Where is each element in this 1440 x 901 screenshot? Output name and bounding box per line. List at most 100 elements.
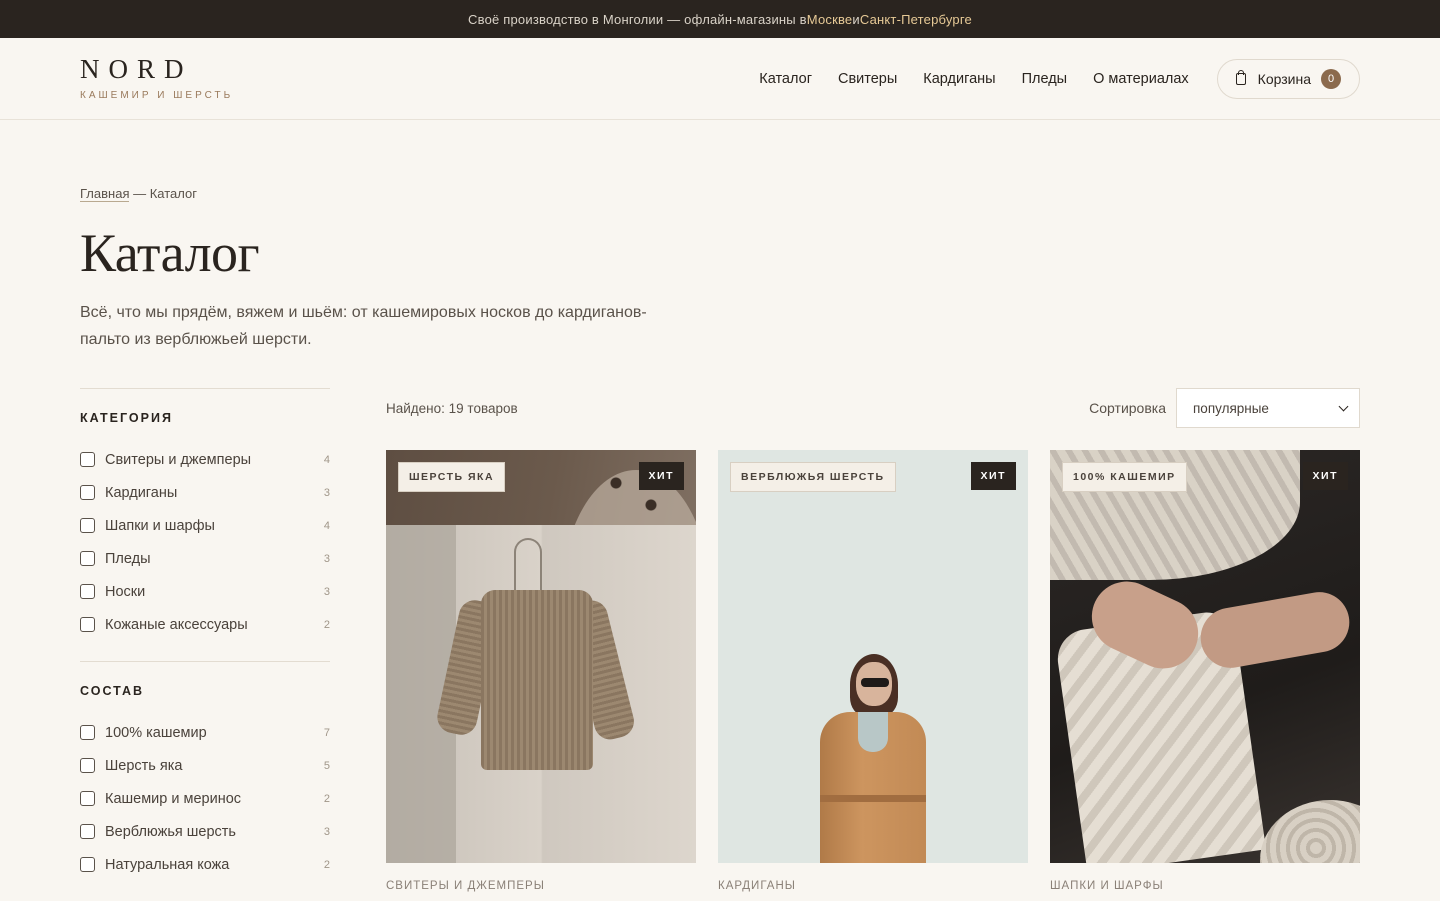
sort-control: Сортировка популярные [1089,388,1360,428]
announcement-and: и [852,11,860,27]
image-detail [514,538,542,590]
filter-option[interactable]: Кашемир и меринос 2 [80,782,330,815]
filter-option-label: Шерсть яка [105,757,183,774]
material-badge: 100% КАШЕМИР [1062,462,1187,492]
checkbox[interactable] [80,824,95,839]
bestseller-badge: ХИТ [1302,462,1348,490]
filter-option[interactable]: Кожаные аксессуары 2 [80,608,330,641]
breadcrumb: Главная — Каталог [80,186,197,202]
product-image[interactable]: ШЕРСТЬ ЯКА ХИТ [386,450,696,863]
checkbox[interactable] [80,725,95,740]
cart-label: Корзина [1257,70,1311,87]
filter-group-category: КАТЕГОРИЯ Свитеры и джемперы 4 Кардиганы 3… [80,388,330,641]
product-card[interactable]: ШЕРСТЬ ЯКА ХИТ СВИТЕРЫ И ДЖЕМПЕРЫ [386,450,696,892]
announcement-city-spb: Санкт-Петербурге [859,11,972,27]
announcement-bar: Своё производство в Монголии — офлайн-ма… [0,0,1440,38]
filter-sidebar: КАТЕГОРИЯ Свитеры и джемперы 4 Кардиганы 3… [80,388,330,901]
cart-count-badge: 0 [1321,68,1341,89]
checkbox[interactable] [80,617,95,632]
filter-option[interactable]: Свитеры и джемперы 4 [80,443,330,476]
sort-selected-value: популярные [1193,400,1269,416]
sort-select[interactable]: популярные [1176,388,1360,428]
filter-option-count: 2 [323,618,330,631]
image-detail [481,590,593,770]
filter-option-label: Свитеры и джемперы [105,451,252,468]
chevron-down-icon [1338,401,1349,411]
site-header: NORD КАШЕМИР И ШЕРСТЬ Каталог Свитеры Ка… [0,38,1440,120]
filter-option[interactable]: Верблюжья шерсть 3 [80,815,330,848]
filter-option[interactable]: Кардиганы 3 [80,476,330,509]
filter-option-label: Шапки и шарфы [105,517,215,534]
nav-cardigans[interactable]: Кардиганы [923,71,995,87]
checkbox[interactable] [80,551,95,566]
product-image[interactable]: ВЕРБЛЮЖЬЯ ШЕРСТЬ ХИТ [718,450,1028,863]
filter-option-count: 3 [323,585,330,598]
filter-option-label: Кардиганы [105,484,178,501]
filter-option-count: 2 [323,792,330,805]
filter-option[interactable]: Шапки и шарфы 4 [80,509,330,542]
product-grid: ШЕРСТЬ ЯКА ХИТ СВИТЕРЫ И ДЖЕМПЕРЫ ВЕРБЛЮ… [386,450,1360,892]
filter-option[interactable]: Шерсть яка 5 [80,749,330,782]
product-card[interactable]: ВЕРБЛЮЖЬЯ ШЕРСТЬ ХИТ КАРДИГАНЫ [718,450,1028,892]
filter-option-label: Носки [105,583,146,600]
filter-group-composition: СОСТАВ 100% кашемир 7 Шерсть яка 5 Кашемир… [80,661,330,881]
filter-option[interactable]: 100% кашемир 7 [80,716,330,749]
filter-option-label: 100% кашемир [105,724,207,741]
filter-option-count: 3 [323,552,330,565]
logo-subtitle: КАШЕМИР И ШЕРСТЬ [80,90,234,101]
product-image[interactable]: 100% КАШЕМИР ХИТ [1050,450,1360,863]
checkbox[interactable] [80,518,95,533]
results-count: Найдено: 19 товаров [386,400,518,416]
nav-materials[interactable]: О материалах [1093,71,1189,87]
image-detail [861,678,889,687]
filter-option-count: 3 [323,486,330,499]
filter-option-count: 5 [323,759,330,772]
cart-button[interactable]: Корзина 0 [1216,58,1360,99]
nav-sweaters[interactable]: Свитеры [838,71,897,87]
filter-option-label: Кожаные аксессуары [105,616,248,633]
nav-blankets[interactable]: Пледы [1022,71,1068,87]
announcement-city-moscow: Москве [806,11,853,27]
logo[interactable]: NORD КАШЕМИР И ШЕРСТЬ [80,54,234,102]
breadcrumb-separator: — [129,186,150,201]
filter-option-count: 2 [323,858,330,871]
image-detail [1260,800,1360,863]
page-title: Каталог [80,223,260,283]
filter-option-count: 4 [323,453,330,466]
checkbox[interactable] [80,857,95,872]
results-toolbar: Найдено: 19 товаров Сортировка популярны… [386,388,1360,428]
product-category: ШАПКИ И ШАРФЫ [1050,880,1164,892]
product-card[interactable]: 100% КАШЕМИР ХИТ ШАПКИ И ШАРФЫ [1050,450,1360,892]
checkbox[interactable] [80,485,95,500]
product-category: СВИТЕРЫ И ДЖЕМПЕРЫ [386,880,545,892]
filter-option[interactable]: Натуральная кожа 2 [80,848,330,881]
breadcrumb-home-link[interactable]: Главная [80,186,130,202]
filter-option-label: Натуральная кожа [105,856,230,873]
shopping-bag-icon [1235,69,1246,85]
material-badge: ШЕРСТЬ ЯКА [398,462,506,492]
filter-option-count: 4 [323,519,330,532]
filter-option-count: 7 [323,726,330,739]
bestseller-badge: ХИТ [638,462,684,490]
filter-option[interactable]: Носки 3 [80,575,330,608]
breadcrumb-current: Каталог [149,186,197,201]
material-badge: ВЕРБЛЮЖЬЯ ШЕРСТЬ [730,462,896,492]
filter-title: СОСТАВ [80,684,145,698]
product-category: КАРДИГАНЫ [718,880,796,892]
checkbox[interactable] [80,791,95,806]
checkbox[interactable] [80,584,95,599]
filter-option[interactable]: Пледы 3 [80,542,330,575]
image-detail [858,712,888,752]
filter-option-label: Кашемир и меринос [105,790,242,807]
checkbox[interactable] [80,758,95,773]
announcement-text: Своё производство в Монголии — офлайн-ма… [468,11,807,27]
image-detail [1195,587,1355,673]
page-intro: Всё, что мы прядём, вяжем и шьём: от каш… [80,304,647,348]
sort-label: Сортировка [1089,400,1166,416]
checkbox[interactable] [80,452,95,467]
filter-option-label: Пледы [105,550,151,567]
nav-catalog[interactable]: Каталог [759,71,812,87]
logo-mark: NORD [80,54,193,84]
main-nav: Каталог Свитеры Кардиганы Пледы О матери… [733,58,1360,99]
filter-option-count: 3 [323,825,330,838]
